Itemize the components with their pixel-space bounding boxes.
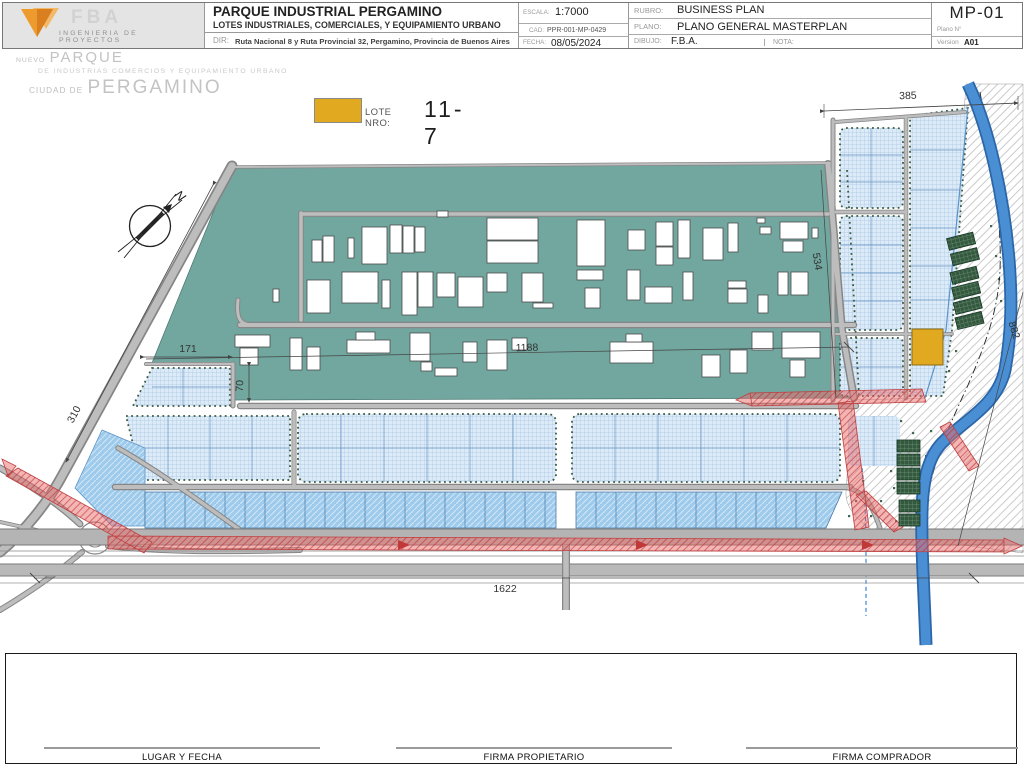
signature-col-propietario: FIRMA PROPIETARIO [396, 654, 672, 763]
dir-label: DIR: [213, 36, 229, 45]
signature-col-lugar: LUGAR Y FECHA [44, 654, 320, 763]
fecha-label: FECHA: [523, 39, 547, 46]
sheet-number: MP-01 [949, 3, 1005, 22]
firma-comprador-label: FIRMA COMPRADOR [832, 752, 932, 763]
cad-value: PPR-001-MP-0429 [547, 27, 607, 34]
signature-line [396, 747, 672, 750]
rubro-value: BUSINESS PLAN [677, 4, 765, 16]
lote-label: LOTE NRO: [365, 107, 392, 129]
signature-line [746, 747, 1018, 750]
plano-label: PLANO: [634, 22, 662, 31]
firma-propietario-label: FIRMA PROPIETARIO [483, 752, 585, 763]
plano-value: PLANO GENERAL MASTERPLAN [677, 21, 848, 33]
wm-parque: PARQUE [49, 49, 124, 66]
version-value: A01 [964, 38, 979, 47]
dim-70: 70 [234, 380, 247, 392]
wm-nuevo: NUEVO [16, 57, 46, 64]
nota-label: NOTA: [764, 39, 794, 46]
version-row: Version A01 [932, 36, 1022, 49]
project-watermark: NUEVO PARQUE DE INDUSTRIAS COMERCIOS Y E… [16, 49, 288, 99]
signature-col-comprador: FIRMA COMPRADOR [746, 654, 1018, 763]
highlighted-lot-11-7 [911, 328, 944, 366]
signature-line [44, 747, 320, 750]
project-title: PARQUE INDUSTRIAL PERGAMINO [213, 4, 443, 19]
dim-1622: 1622 [493, 583, 517, 595]
wm-line2: DE INDUSTRIAS COMERCIOS Y EQUIPAMIENTO U… [38, 68, 288, 75]
dibujo-value: F.B.A. [671, 36, 698, 47]
logo-cell: FBA INGENIERIA DE PROYECTOS [3, 3, 204, 48]
dim-385: 385 [899, 90, 917, 103]
project-title-cell: PARQUE INDUSTRIAL PERGAMINO LOTES INDUST… [204, 3, 518, 48]
dim-1188: 1188 [516, 342, 539, 354]
escala-label: ESCALA: [523, 9, 550, 16]
masterplan-sheet: 385 534 882 171 70 1188 310 1622 N FBA I… [0, 0, 1024, 768]
project-subtitle: LOTES INDUSTRIALES, COMERCIALES, Y EQUIP… [213, 20, 501, 30]
signature-block: LUGAR Y FECHA FIRMA PROPIETARIO FIRMA CO… [5, 653, 1018, 764]
title-block: FBA INGENIERIA DE PROYECTOS PARQUE INDUS… [2, 2, 1023, 49]
sheet-cell: MP-01 Plano N° Version A01 [931, 3, 1022, 48]
rubro-label: RUBRO: [634, 6, 664, 15]
lugar-y-fecha-label: LUGAR Y FECHA [141, 752, 223, 763]
logo-tagline: INGENIERIA DE PROYECTOS [59, 30, 138, 44]
north-label: N [172, 187, 190, 205]
lote-number: 11-7 [424, 96, 465, 149]
rubro-cell: RUBRO: BUSINESS PLAN PLANO: PLANO GENERA… [628, 3, 931, 48]
meta-cell: ESCALA: 1:7000 CAD: PPR-001-MP-0429 FECH… [518, 3, 628, 49]
wm-pergamino: PERGAMINO [87, 77, 222, 98]
escala-value: 1:7000 [555, 6, 589, 18]
project-address-row: DIR: Ruta Nacional 8 y Ruta Provincial 3… [205, 32, 518, 49]
fecha-value: 08/05/2024 [551, 38, 602, 49]
north-compass: N [117, 187, 190, 259]
dir-value: Ruta Nacional 8 y Ruta Provincial 32, Pe… [235, 37, 510, 46]
wm-ciudad: CIUDAD DE [29, 86, 84, 95]
cad-label: CAD: [529, 27, 545, 34]
dibujo-label: DIBUJO: [634, 38, 662, 45]
version-label: Version [937, 39, 959, 46]
dim-310: 310 [65, 404, 84, 425]
sheet-label: Plano N° [937, 26, 962, 33]
logo-company: FBA [71, 7, 123, 28]
lot-color-swatch [314, 98, 362, 123]
dim-171: 171 [179, 343, 197, 355]
